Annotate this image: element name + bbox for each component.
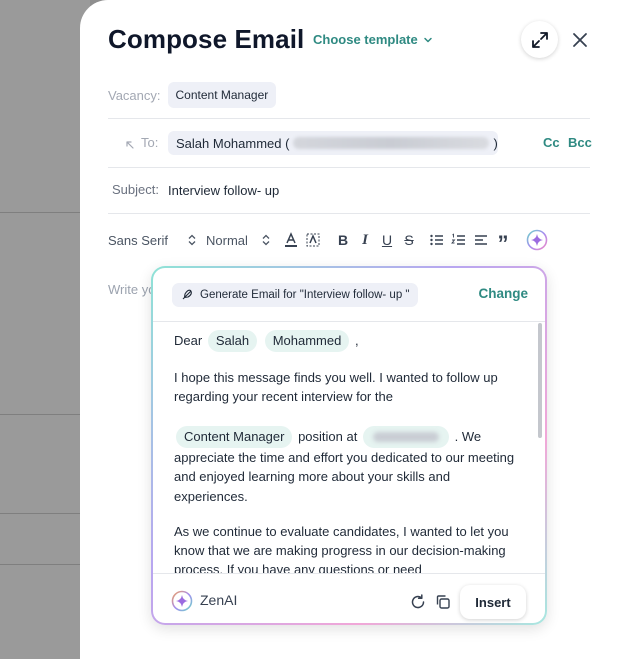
bullet-list-icon — [430, 234, 443, 246]
bold-icon: B — [337, 232, 349, 248]
greeting-text: Dear — [174, 333, 203, 348]
highlight-color-button[interactable] — [302, 228, 324, 252]
copy-icon — [436, 595, 450, 609]
ai-assistant-button[interactable] — [526, 228, 548, 252]
bold-button[interactable]: B — [332, 228, 354, 252]
zenai-logo-icon — [171, 590, 193, 612]
select-arrows-icon — [188, 234, 196, 246]
recipient-close-paren: ) — [493, 135, 498, 151]
page-title: Compose Email — [108, 24, 305, 54]
greeting-comma: , — [354, 333, 359, 348]
paragraph-2: As we continue to evaluate candidates, I… — [174, 523, 509, 573]
strikethrough-icon: S — [404, 232, 414, 248]
recipient-chip[interactable]: Salah Mohammed ( ) — [168, 131, 498, 155]
subject-input[interactable]: Interview follow- up — [168, 183, 279, 198]
redacted-company-token — [362, 426, 449, 449]
italic-icon: I — [362, 231, 368, 248]
chevron-down-icon — [424, 37, 432, 42]
to-label: To: — [141, 135, 159, 150]
change-button[interactable]: Change — [478, 286, 528, 301]
bcc-button[interactable]: Bcc — [568, 135, 592, 150]
generate-email-chip: Generate Email for "Interview follow- up… — [172, 283, 418, 307]
compose-email-panel: Compose Email Choose template Vacancy: C… — [80, 0, 622, 659]
choose-template-label: Choose template — [313, 32, 418, 47]
vacancy-row: Vacancy: Content Manager — [108, 82, 590, 108]
ai-generate-popup: Generate Email for "Interview follow- up… — [151, 266, 547, 625]
choose-template-dropdown[interactable]: Choose template — [313, 32, 434, 47]
subject-label: Subject: — [112, 182, 159, 197]
regenerate-button[interactable] — [409, 593, 427, 611]
align-left-icon — [475, 235, 487, 245]
vacancy-chip[interactable]: Content Manager — [167, 82, 277, 108]
recipient-name: Salah Mohammed ( — [176, 135, 290, 151]
divider — [108, 118, 590, 119]
zenai-label: ZenAI — [200, 592, 238, 608]
bullet-list-button[interactable] — [426, 228, 448, 252]
font-family-select[interactable]: Sans Serif — [108, 233, 198, 248]
divider — [108, 167, 590, 168]
ai-popup-footer: ZenAI Insert — [153, 573, 545, 623]
paragraph-1-middle: position at — [298, 428, 358, 444]
vacancy-label: Vacancy: — [108, 87, 161, 103]
first-name-token: Salah — [207, 330, 258, 352]
strikethrough-button[interactable]: S — [398, 228, 420, 252]
paragraph-1: I hope this message finds you well. I wa… — [174, 368, 517, 506]
numbered-list-button[interactable] — [448, 228, 470, 252]
generated-email-body[interactable]: Dear Salah Mohammed , I hope this messag… — [153, 321, 545, 573]
underline-button[interactable]: U — [376, 228, 398, 252]
close-button[interactable] — [568, 28, 592, 52]
feather-icon — [182, 289, 192, 300]
copy-button[interactable] — [434, 593, 452, 611]
cc-button[interactable]: Cc — [543, 135, 560, 150]
highlight-icon — [306, 233, 320, 247]
last-name-token: Mohammed — [264, 330, 350, 352]
background-app — [0, 0, 90, 659]
position-token: Content Manager — [176, 425, 293, 448]
email-body-editor[interactable]: Write yo — [108, 282, 155, 297]
text-color-icon — [285, 232, 297, 247]
ai-sparkle-icon — [526, 229, 548, 251]
background-divider — [0, 513, 90, 514]
expand-icon — [531, 31, 548, 48]
font-size-select[interactable]: Normal — [206, 233, 278, 248]
blockquote-button[interactable]: ” — [492, 228, 514, 256]
quote-icon: ” — [497, 231, 509, 256]
greeting-line: Dear Salah Mohammed , — [174, 330, 517, 352]
underline-icon: U — [381, 232, 393, 248]
background-divider — [0, 564, 90, 565]
background-divider — [0, 414, 90, 415]
arrow-up-left-icon — [125, 137, 135, 155]
select-arrows-icon — [262, 234, 270, 246]
text-color-button[interactable] — [280, 228, 302, 252]
divider — [108, 213, 590, 214]
redacted-email — [293, 137, 490, 149]
generate-email-label: Generate Email for "Interview follow- up… — [200, 289, 410, 301]
formatting-toolbar: Sans Serif Normal B I U S ” — [108, 226, 590, 256]
font-size-value: Normal — [206, 232, 248, 248]
font-family-value: Sans Serif — [108, 232, 168, 248]
expand-button[interactable] — [521, 21, 558, 58]
italic-button[interactable]: I — [354, 228, 376, 252]
close-icon — [573, 33, 587, 47]
paragraph-1-start: I hope this message finds you well. I wa… — [174, 370, 498, 405]
background-divider — [0, 212, 90, 213]
numbered-list-icon — [451, 233, 465, 245]
insert-button[interactable]: Insert — [460, 585, 526, 619]
refresh-icon — [411, 594, 425, 609]
align-button[interactable] — [470, 228, 492, 252]
scrollbar[interactable] — [538, 323, 542, 438]
